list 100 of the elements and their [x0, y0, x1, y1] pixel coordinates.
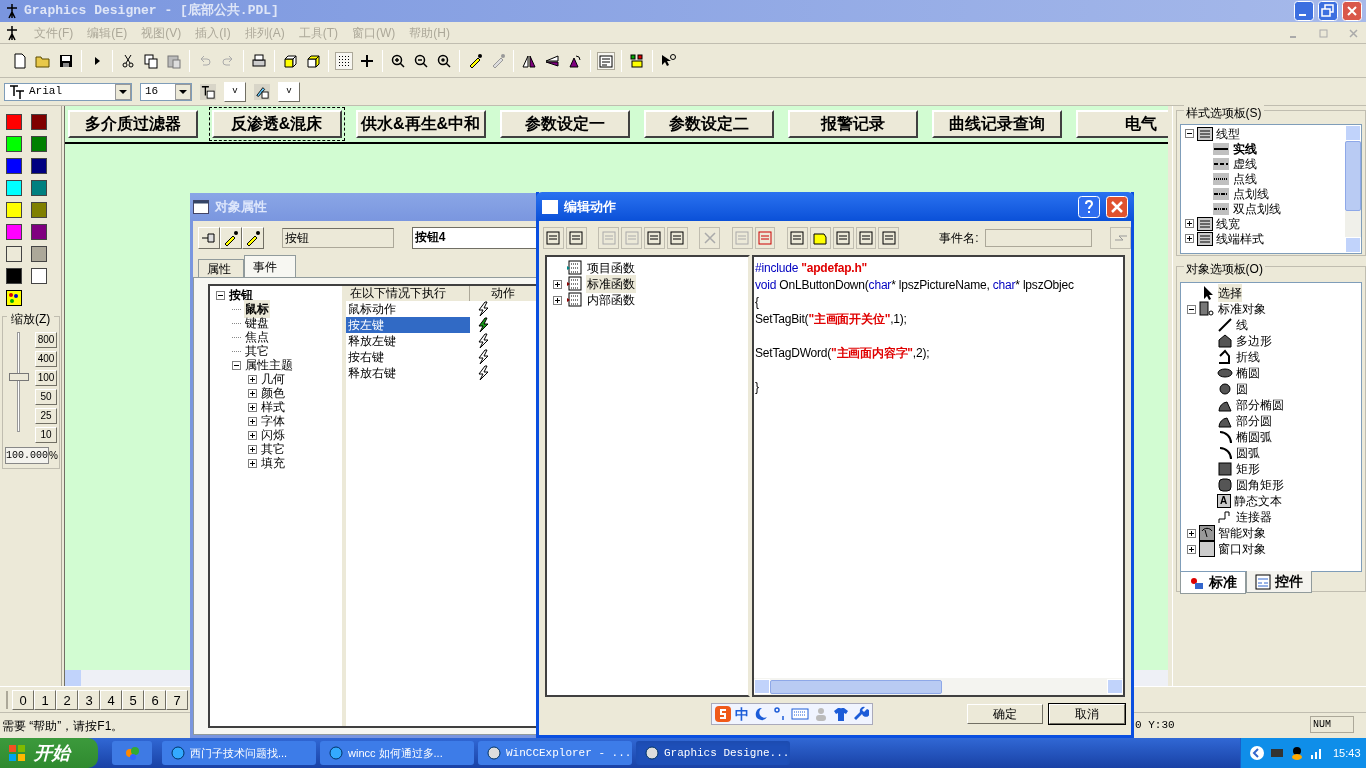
zoom-slider[interactable] — [9, 332, 29, 432]
color-dropdown-button[interactable]: v — [278, 81, 300, 102]
color-swatch[interactable] — [30, 246, 47, 262]
layer-button[interactable]: 2 — [56, 689, 78, 710]
event-row[interactable]: 鼠标动作 — [346, 301, 470, 317]
expander-icon[interactable] — [553, 295, 562, 305]
panel-tab[interactable]: 标准 — [1179, 572, 1246, 594]
expander-icon[interactable] — [248, 430, 257, 440]
cube-icon[interactable] — [282, 52, 298, 69]
expander-icon[interactable] — [1184, 234, 1194, 243]
wrench-icon[interactable] — [853, 706, 869, 722]
expander-icon[interactable] — [248, 458, 257, 468]
panel-tab[interactable]: 控件 — [1245, 571, 1312, 593]
color-swatch[interactable] — [30, 224, 47, 240]
color-swatch[interactable] — [6, 202, 22, 218]
moon-icon[interactable] — [753, 706, 769, 722]
layer-button[interactable]: 0 — [12, 689, 34, 710]
tree-item[interactable]: 折线 — [1235, 348, 1260, 366]
minimize-icon[interactable] — [1294, 1, 1314, 21]
color-swatch[interactable] — [30, 114, 47, 130]
color-swatch[interactable] — [6, 180, 22, 196]
help-icon[interactable] — [1078, 195, 1100, 218]
layer-button[interactable]: 7 — [166, 689, 188, 710]
lightning-icon[interactable] — [476, 365, 490, 381]
expander-icon[interactable] — [1186, 528, 1196, 538]
library-icon[interactable] — [629, 52, 645, 69]
help-pointer-icon[interactable] — [660, 52, 676, 69]
eyedropper-icon[interactable] — [467, 52, 483, 69]
tree-item[interactable]: 静态文本 — [1233, 492, 1282, 510]
screen-button[interactable]: 报警记录 — [787, 110, 918, 138]
color-swatch[interactable] — [30, 180, 47, 196]
zoom-preset-button[interactable]: 10 — [35, 427, 57, 443]
expander-icon[interactable] — [1186, 304, 1196, 314]
new-file-icon[interactable] — [12, 52, 28, 69]
column-header[interactable]: 动作 — [470, 286, 536, 301]
font-dropdown[interactable]: Arial — [4, 82, 132, 101]
close-icon[interactable] — [1106, 195, 1128, 218]
zoom-preset-button[interactable]: 800 — [35, 332, 57, 348]
lightning-configured-icon[interactable] — [476, 317, 490, 333]
tree-item[interactable]: 选择 — [1217, 284, 1242, 302]
expander-icon[interactable] — [232, 360, 241, 370]
tree-item[interactable]: 圆弧 — [1235, 444, 1260, 462]
palette-icon[interactable] — [6, 290, 22, 306]
expander-icon[interactable] — [1184, 129, 1194, 138]
zoom-in-icon[interactable] — [390, 52, 406, 69]
tree-item[interactable]: 标准函数 — [586, 275, 636, 293]
tree-item[interactable]: 项目函数 — [586, 259, 636, 277]
expander-icon[interactable] — [248, 444, 257, 454]
close-icon[interactable] — [1342, 1, 1362, 21]
lightning-icon[interactable] — [476, 349, 490, 365]
screen-button[interactable]: 参数设定一 — [499, 110, 630, 138]
tree-item[interactable]: 椭圆 — [1235, 364, 1260, 382]
screen-button[interactable]: 供水&再生&中和 — [355, 110, 486, 138]
zoom-field[interactable]: 100.000 — [5, 447, 49, 464]
vertical-scrollbar[interactable] — [1345, 125, 1361, 253]
pin-button[interactable] — [198, 227, 220, 249]
color-swatch[interactable] — [6, 224, 22, 240]
color-swatch[interactable] — [6, 158, 22, 174]
color-swatch[interactable] — [6, 114, 22, 130]
expander-icon[interactable] — [1184, 219, 1194, 228]
ok-button[interactable]: 确定 — [967, 704, 1043, 724]
tree-item[interactable]: 圆角矩形 — [1235, 476, 1284, 494]
screen-button[interactable]: 电气 — [1075, 110, 1168, 138]
event-row[interactable]: 按左键 — [346, 317, 470, 333]
taskbar-button[interactable]: Graphics Designe... — [636, 741, 790, 765]
event-row[interactable]: 释放右键 — [346, 365, 470, 381]
expander-icon[interactable] — [248, 416, 257, 426]
screen-button[interactable]: 曲线记录查询 — [931, 110, 1062, 138]
tab[interactable]: 事件 — [244, 255, 296, 277]
screen-button[interactable]: 参数设定二 — [643, 110, 774, 138]
layer-button[interactable]: 6 — [144, 689, 166, 710]
maximize-icon[interactable] — [1318, 1, 1338, 21]
lightning-icon[interactable] — [476, 333, 490, 349]
taskbar-button[interactable]: 西门子技术问题找... — [162, 741, 316, 765]
tree-item[interactable]: 矩形 — [1235, 460, 1260, 478]
line-color-icon[interactable] — [254, 83, 270, 100]
tree-item[interactable]: 椭圆弧 — [1235, 428, 1272, 446]
zoom-preset-button[interactable]: 25 — [35, 408, 57, 424]
tree-item[interactable]: 标准对象 — [1217, 300, 1266, 318]
color-swatch[interactable] — [30, 268, 47, 284]
slider-thumb[interactable] — [9, 373, 29, 381]
grid-icon[interactable] — [336, 52, 352, 69]
tree-item[interactable]: 线 — [1235, 316, 1248, 334]
color-swatch[interactable] — [30, 136, 47, 152]
save-icon[interactable] — [58, 52, 74, 69]
expander-icon[interactable] — [248, 388, 257, 398]
zoom-fit-icon[interactable] — [436, 52, 452, 69]
event-row[interactable]: 释放左键 — [346, 333, 470, 349]
expander-icon[interactable] — [248, 374, 257, 384]
cube-icon[interactable] — [305, 52, 321, 69]
cancel-button[interactable]: 取消 — [1049, 704, 1125, 724]
color-swatch[interactable] — [30, 202, 47, 218]
color-swatch[interactable] — [30, 158, 47, 174]
expander-icon[interactable] — [248, 402, 257, 412]
color-swatch[interactable] — [6, 246, 22, 262]
ime-mode[interactable]: 中 — [735, 703, 749, 725]
tree-item[interactable]: 智能对象 — [1217, 524, 1266, 542]
expander-icon[interactable] — [1186, 544, 1196, 554]
taskbar-button[interactable]: wincc 如何通过多... — [320, 741, 474, 765]
tree-item[interactable]: 鼠标 — [244, 300, 270, 318]
